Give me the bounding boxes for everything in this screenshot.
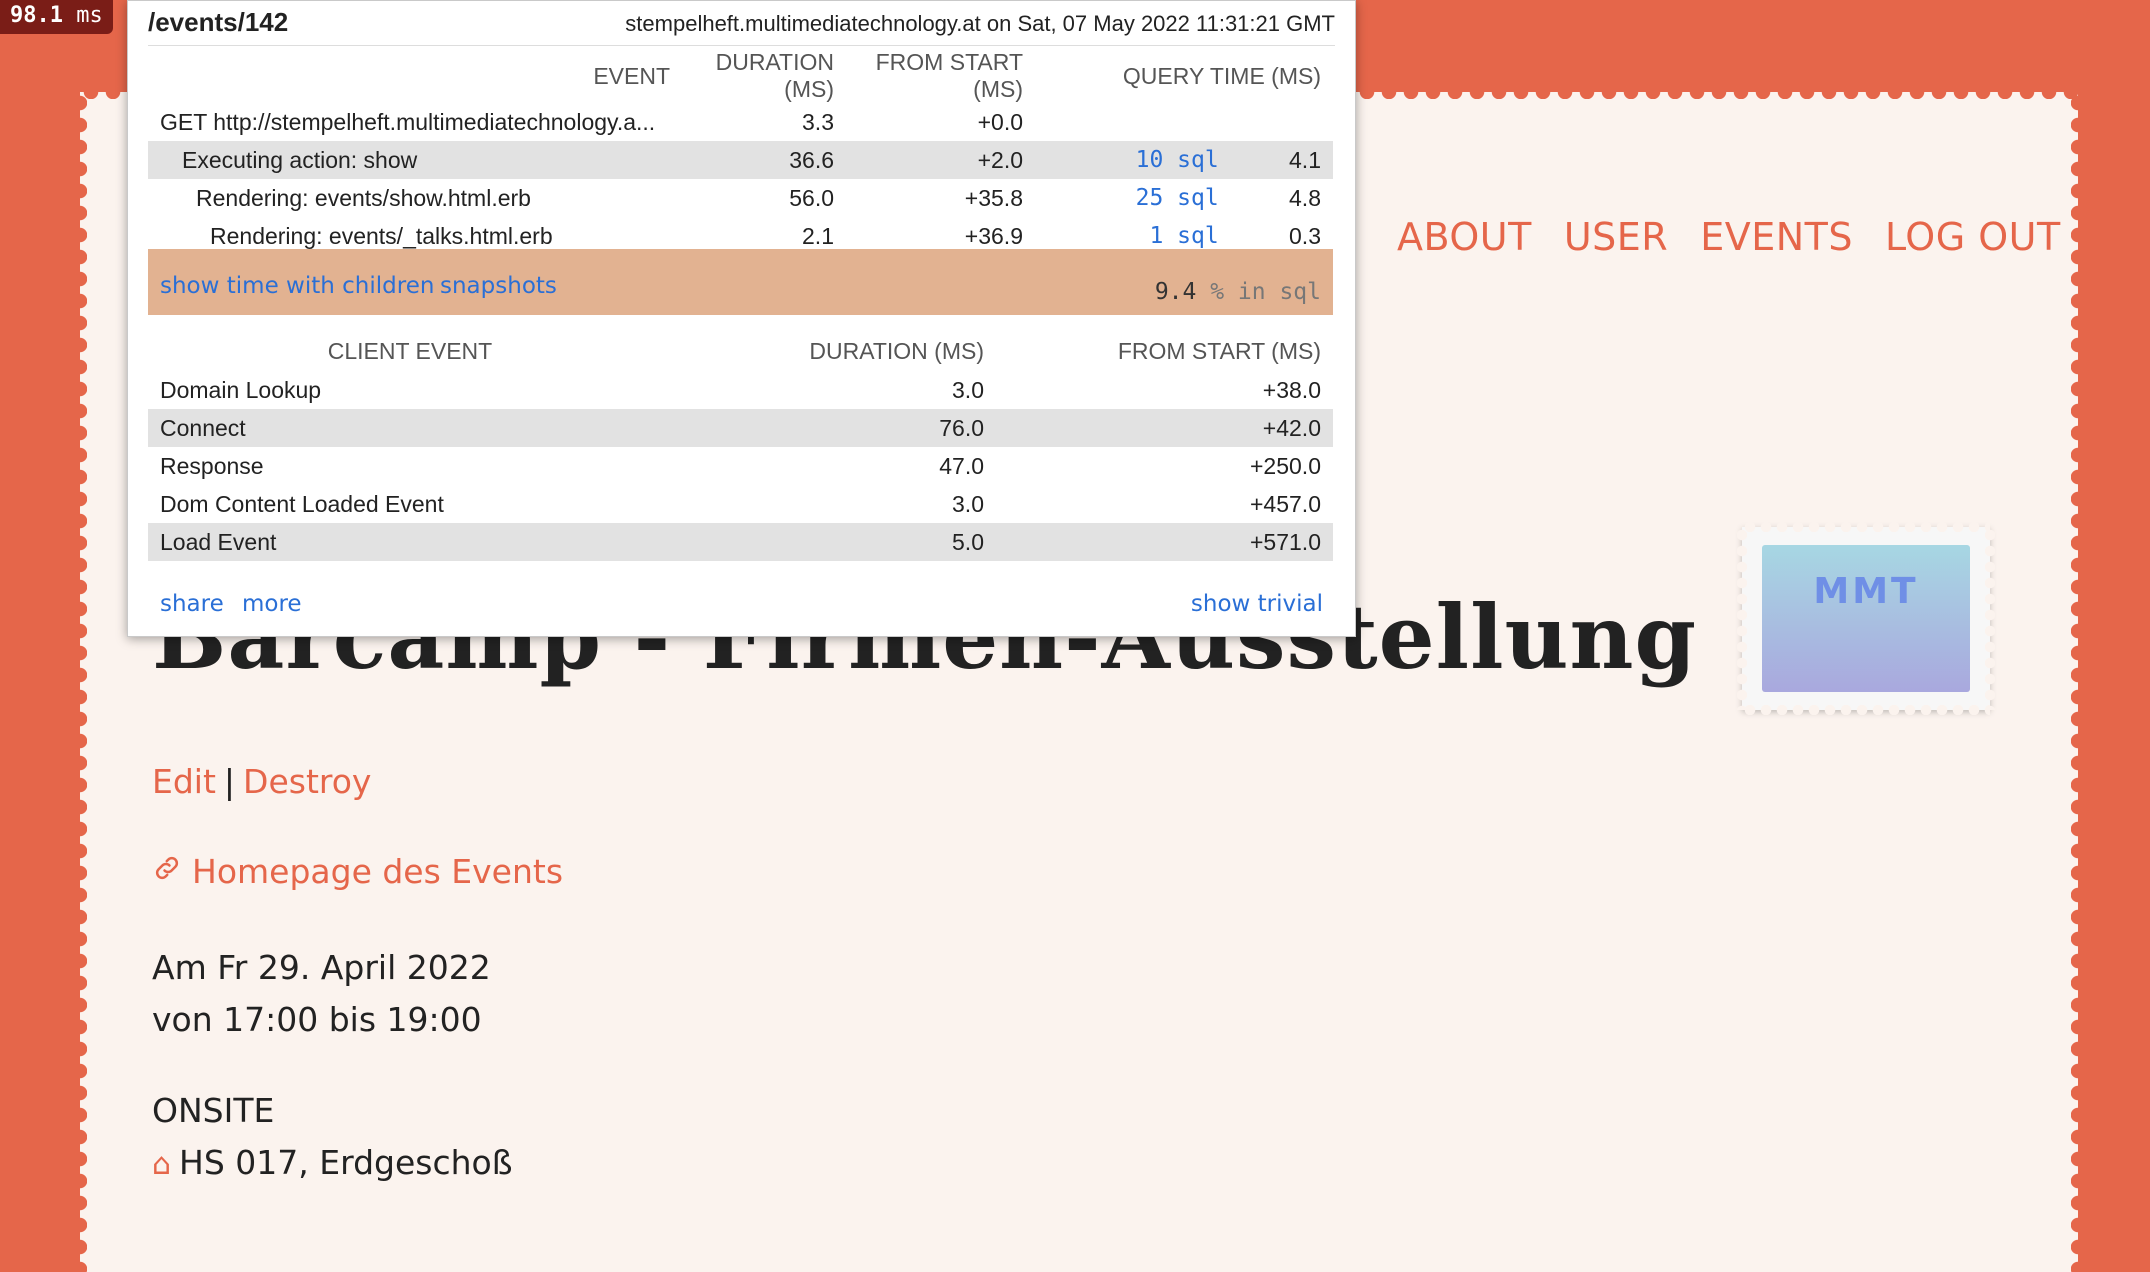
profiler-badge-unit: ms: [76, 3, 103, 28]
table-row: Response 47.0 +250.0: [148, 447, 1333, 485]
event-location: ONSITE ⌂ HS 017, Erdgeschoß: [152, 1085, 513, 1191]
event-cell: Executing action: show: [148, 141, 682, 179]
client-timing-table: CLIENT EVENT DURATION (MS) FROM START (M…: [148, 331, 1333, 561]
table-row: Domain Lookup 3.0 +38.0: [148, 371, 1333, 409]
action-separator: |: [223, 762, 236, 801]
from-start-cell: +571.0: [996, 523, 1333, 561]
logo-text: MMT: [1813, 571, 1919, 612]
event-date: Am Fr 29. April 2022: [152, 948, 491, 987]
stamp-perforation: [1742, 705, 1990, 715]
show-trivial-link[interactable]: show trivial: [1191, 591, 1323, 617]
sql-percent-label: % in sql: [1210, 279, 1321, 305]
table-row: Rendering: events/show.html.erb 56.0 +35…: [148, 179, 1333, 217]
from-start-cell: +38.0: [1262, 376, 1321, 403]
table-row: Connect 76.0 +42.0: [148, 409, 1333, 447]
profiler-popup: /events/142 stempelheft.multimediatechno…: [127, 0, 1356, 637]
query-time-cell: 4.8: [1289, 184, 1321, 211]
query-time-cell: 4.1: [1230, 141, 1333, 179]
more-link[interactable]: more: [242, 591, 302, 617]
duration-cell: 47.0: [939, 452, 984, 479]
site-nav: ABOUT USER EVENTS LOG OUT: [1397, 215, 2061, 259]
client-event-cell: Load Event: [148, 523, 672, 561]
sql-link[interactable]: 25 sql: [1035, 179, 1231, 217]
show-children-link[interactable]: show time with children: [160, 273, 434, 299]
from-start-cell: +42.0: [996, 409, 1333, 447]
column-header: CLIENT EVENT: [327, 337, 493, 364]
table-row: Load Event 5.0 +571.0: [148, 523, 1333, 561]
event-cell: Rendering: events/show.html.erb: [196, 184, 531, 211]
stamp-perforation: [1737, 527, 1747, 710]
homepage-label: Homepage des Events: [192, 852, 564, 891]
column-header: DURATION (MS): [809, 337, 984, 364]
stamp-perforation: [1985, 527, 1995, 710]
client-event-cell: Dom Content Loaded Event: [160, 490, 444, 517]
snapshots-link[interactable]: snapshots: [440, 273, 557, 299]
server-timing-table: EVENT DURATION (MS) FROM START (MS) QUER…: [148, 49, 1333, 255]
home-icon: ⌂: [152, 1147, 172, 1182]
event-actions: Edit | Destroy: [152, 762, 371, 801]
card-perforation: [2071, 92, 2085, 1272]
event-room: HS 017, Erdgeschoß: [179, 1143, 513, 1182]
client-event-cell: Connect: [148, 409, 672, 447]
profiler-path: /events/142: [148, 7, 289, 37]
sql-link[interactable]: [1035, 103, 1231, 141]
client-event-cell: Domain Lookup: [160, 376, 322, 403]
column-header: FROM START (MS): [875, 49, 1023, 102]
nav-about-link[interactable]: ABOUT: [1397, 215, 1532, 259]
profiler-header: /events/142 stempelheft.multimediatechno…: [148, 7, 1335, 46]
from-start-cell: +35.8: [964, 184, 1023, 211]
profiler-host-info: stempelheft.multimediatechnology.at on S…: [625, 11, 1335, 36]
stamp-perforation: [1742, 522, 1990, 532]
from-start-cell: +457.0: [1250, 490, 1321, 517]
table-row: Dom Content Loaded Event 3.0 +457.0: [148, 485, 1333, 523]
query-time-cell: [1231, 103, 1333, 141]
logo-image: MMT: [1762, 545, 1970, 692]
table-row: Executing action: show 36.6 +2.0 10 sql …: [148, 141, 1333, 179]
from-start-cell: +0.0: [977, 108, 1023, 135]
event-mode: ONSITE: [152, 1091, 275, 1130]
duration-cell: 3.0: [952, 490, 984, 517]
sql-link[interactable]: 10 sql: [1035, 141, 1231, 179]
duration-cell: 5.0: [672, 523, 996, 561]
sql-percent: 9.4 % in sql: [1155, 279, 1321, 305]
homepage-link[interactable]: Homepage des Events: [152, 852, 563, 891]
duration-cell: 36.6: [682, 141, 846, 179]
link-icon: [152, 852, 182, 891]
profiler-badge[interactable]: 98.1 ms: [0, 0, 113, 34]
edit-link[interactable]: Edit: [152, 762, 216, 801]
table-header-row: CLIENT EVENT DURATION (MS) FROM START (M…: [148, 331, 1333, 371]
nav-logout-link[interactable]: LOG OUT: [1885, 215, 2061, 259]
from-start-cell: +250.0: [1250, 452, 1321, 479]
profiler-summary-bar: show time with children snapshots 9.4 % …: [148, 249, 1333, 315]
nav-events-link[interactable]: EVENTS: [1700, 215, 1853, 259]
table-row: GET http://stempelheft.multimediatechnol…: [148, 103, 1333, 141]
event-cell: GET http://stempelheft.multimediatechnol…: [160, 108, 656, 135]
column-header: FROM START (MS): [1117, 337, 1321, 364]
duration-cell: 56.0: [789, 184, 834, 211]
nav-user-link[interactable]: USER: [1564, 215, 1668, 259]
duration-cell: 3.0: [952, 376, 984, 403]
table-header-row: EVENT DURATION (MS) FROM START (MS) QUER…: [148, 49, 1333, 103]
column-header: DURATION (MS): [715, 49, 834, 102]
column-header: QUERY TIME (MS): [1122, 62, 1321, 89]
sql-percent-value: 9.4: [1154, 279, 1197, 305]
duration-cell: 76.0: [672, 409, 996, 447]
column-header: EVENT: [593, 62, 670, 89]
from-start-cell: +2.0: [846, 141, 1035, 179]
event-time: von 17:00 bis 19:00: [152, 1000, 482, 1039]
profiler-badge-value: 98.1: [10, 3, 63, 28]
duration-cell: 3.3: [802, 108, 834, 135]
destroy-link[interactable]: Destroy: [243, 762, 371, 801]
share-link[interactable]: share: [160, 591, 224, 617]
card-perforation: [73, 92, 87, 1272]
event-datetime: Am Fr 29. April 2022 von 17:00 bis 19:00: [152, 942, 491, 1046]
logo-stamp[interactable]: MMT: [1737, 522, 1995, 715]
client-event-cell: Response: [160, 452, 264, 479]
